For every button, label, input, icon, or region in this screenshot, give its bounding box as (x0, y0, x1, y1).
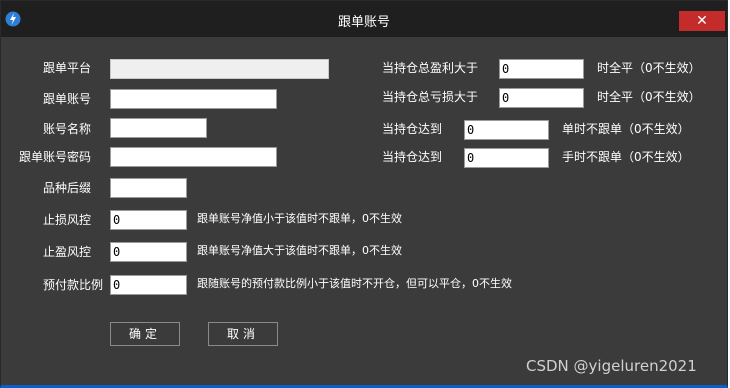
stoploss-field[interactable]: 0 (110, 210, 187, 230)
total-profit-label: 当持仓总盈利大于 (382, 61, 479, 75)
takeprofit-field[interactable]: 0 (110, 242, 187, 262)
account-label: 跟单账号 (42, 92, 91, 106)
account-field[interactable] (110, 89, 277, 109)
account-name-field[interactable] (110, 118, 207, 138)
prepay-description: 跟随账号的预付款比例小于该值时不开仓，但可以平仓，0不生效 (197, 277, 512, 290)
max-orders-field[interactable]: 0 (464, 120, 549, 140)
title-bar[interactable]: 跟单账号 ✕ (1, 1, 727, 37)
total-loss-field[interactable]: 0 (499, 88, 584, 108)
password-label: 跟单账号密码 (18, 150, 91, 164)
close-button[interactable]: ✕ (679, 11, 725, 31)
max-orders-suffix: 单时不跟单（0不生效） (562, 122, 690, 136)
total-profit-suffix: 时全平（0不生效） (597, 61, 701, 75)
prepay-label: 预付款比例 (42, 278, 103, 292)
suffix-field[interactable] (110, 178, 187, 198)
platform-label: 跟单平台 (42, 61, 91, 75)
platform-field[interactable] (110, 59, 329, 79)
stoploss-description: 跟单账号净值小于该值时不跟单，0不生效 (197, 212, 402, 225)
account-name-label: 账号名称 (42, 122, 91, 136)
max-lots-suffix: 手时不跟单（0不生效） (562, 150, 690, 164)
suffix-label: 品种后缀 (42, 181, 91, 195)
max-lots-field[interactable]: 0 (464, 148, 549, 168)
prepay-field[interactable]: 0 (110, 275, 187, 295)
total-loss-label: 当持仓总亏损大于 (382, 90, 479, 104)
takeprofit-description: 跟单账号净值大于该值时不跟单，0不生效 (197, 244, 402, 257)
watermark: CSDN @yigeluren2021 (526, 357, 697, 375)
stoploss-label: 止损风控 (42, 213, 91, 227)
takeprofit-label: 止盈风控 (42, 245, 91, 259)
password-field[interactable] (110, 147, 277, 167)
total-profit-field[interactable]: 0 (499, 59, 584, 79)
total-loss-suffix: 时全平（0不生效） (597, 90, 701, 104)
dialog-window: 跟单账号 ✕ 跟单平台 跟单账号 账号名称 跟单账号密码 品种后缀 止损风控 0… (0, 0, 728, 388)
max-lots-label: 当持仓达到 (382, 150, 443, 164)
cancel-button[interactable]: 取消 (208, 322, 278, 346)
window-title: 跟单账号 (337, 15, 390, 30)
ok-button[interactable]: 确定 (110, 322, 180, 346)
max-orders-label: 当持仓达到 (382, 122, 443, 136)
